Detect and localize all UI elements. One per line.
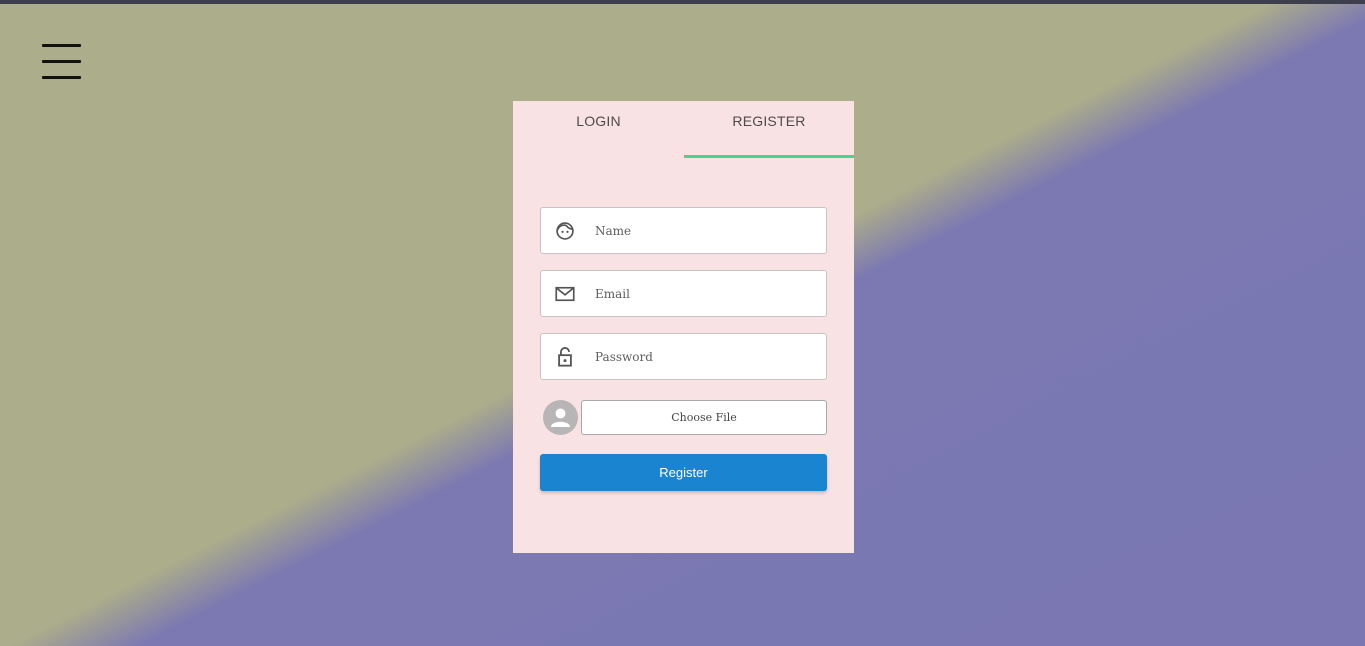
- face-icon: [541, 208, 589, 253]
- name-input[interactable]: [589, 210, 809, 251]
- mail-icon: [541, 271, 589, 316]
- choose-file-button[interactable]: Choose File: [581, 400, 827, 435]
- email-input[interactable]: [589, 273, 809, 314]
- top-strip: [0, 0, 1365, 4]
- user-avatar-icon: [543, 400, 578, 435]
- name-field: [540, 207, 827, 254]
- active-tab-indicator: [684, 155, 854, 158]
- tab-register[interactable]: REGISTER: [684, 101, 854, 157]
- register-button[interactable]: Register: [540, 454, 827, 491]
- auth-tabs: LOGIN REGISTER: [513, 101, 854, 159]
- password-input[interactable]: [589, 336, 809, 377]
- tab-login[interactable]: LOGIN: [513, 101, 684, 157]
- email-field: [540, 270, 827, 317]
- hamburger-menu-icon[interactable]: [42, 44, 82, 80]
- lock-open-icon: [541, 334, 589, 379]
- auth-card: LOGIN REGISTER Name Email Choose File Re…: [513, 101, 854, 553]
- password-field: [540, 333, 827, 380]
